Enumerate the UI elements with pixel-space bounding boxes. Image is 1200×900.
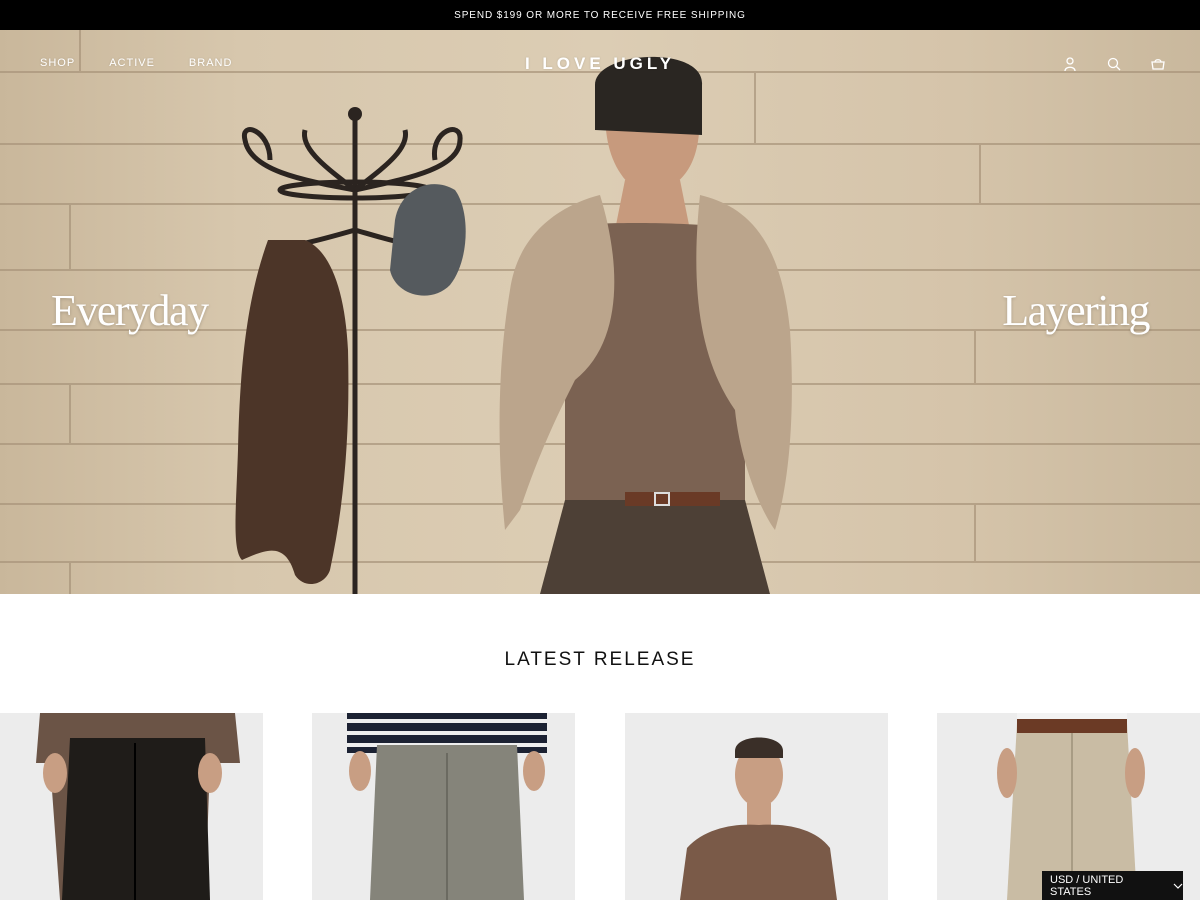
product-grid	[0, 713, 1200, 900]
product-image	[36, 713, 240, 900]
product-card-pleated-trouser-grey[interactable]	[312, 713, 575, 900]
account-icon[interactable]	[1062, 56, 1078, 72]
hero-banner[interactable]: SHOP ACTIVE BRAND I LOVE UGLY Everyday L…	[0, 30, 1200, 594]
product-card-pleated-trouser-black[interactable]	[0, 713, 263, 900]
hero-word-left: Everyday	[51, 286, 209, 335]
search-icon[interactable]	[1106, 56, 1122, 72]
currency-selector[interactable]: USD / UNITED STATES	[1042, 871, 1183, 900]
header-actions	[1062, 56, 1166, 72]
currency-label: USD / UNITED STATES	[1050, 873, 1124, 898]
section-title: LATEST RELEASE	[504, 649, 696, 670]
hero-word-right: Layering	[1002, 286, 1150, 335]
product-image	[347, 713, 547, 900]
announcement-text: SPEND $199 OR MORE TO RECEIVE FREE SHIPP…	[454, 9, 746, 21]
chevron-down-icon	[1173, 880, 1183, 892]
cart-icon[interactable]	[1150, 56, 1166, 72]
brand-logo[interactable]: I LOVE UGLY	[0, 54, 1200, 74]
announcement-bar: SPEND $199 OR MORE TO RECEIVE FREE SHIPP…	[0, 0, 1200, 30]
product-image	[680, 737, 837, 900]
product-card-tee-brown[interactable]	[625, 713, 888, 900]
